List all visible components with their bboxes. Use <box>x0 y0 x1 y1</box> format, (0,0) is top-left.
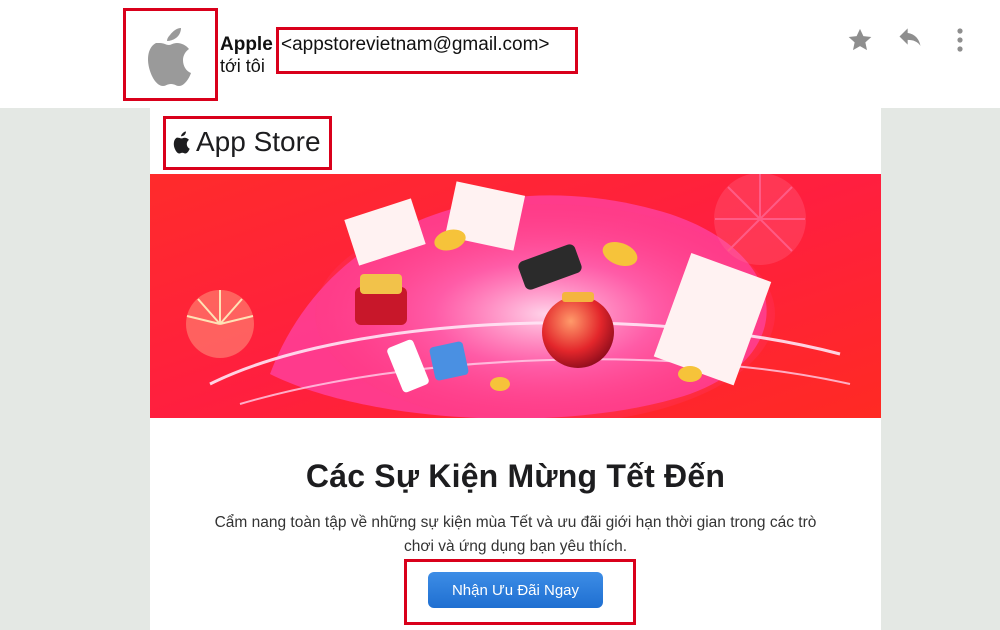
description: Cẩm nang toàn tập về những sự kiện mùa T… <box>214 514 817 555</box>
app-store-logo[interactable]: App Store <box>172 126 321 158</box>
sender-name: Apple <box>220 34 273 55</box>
star-icon <box>848 28 872 51</box>
apple-logo-icon <box>148 28 191 86</box>
banner-illustration <box>150 174 881 418</box>
more-options-button[interactable] <box>944 24 976 56</box>
get-offer-button[interactable]: Nhận Ưu Đãi Ngay <box>428 572 603 608</box>
reply-button[interactable] <box>894 24 926 56</box>
email-content-card: App Store Các Sự Kiện Mừng Tết Đến Cẩm n… <box>150 108 881 630</box>
email-actions <box>844 24 976 56</box>
app-store-label: App Store <box>196 126 321 157</box>
sender-avatar[interactable] <box>127 12 213 98</box>
headline: Các Sự Kiện Mừng Tết Đến <box>305 458 726 494</box>
tet-event-banner[interactable] <box>150 174 881 418</box>
recipient-label: tới tôi <box>220 56 265 76</box>
apple-logo-icon <box>172 130 192 154</box>
reply-icon <box>899 28 921 46</box>
email-header: Apple <appstorevietnam@gmail.com> tới tô… <box>0 0 1000 108</box>
star-button[interactable] <box>844 24 876 56</box>
sender-email: <appstorevietnam@gmail.com> <box>281 34 550 55</box>
more-vertical-icon <box>957 28 963 52</box>
